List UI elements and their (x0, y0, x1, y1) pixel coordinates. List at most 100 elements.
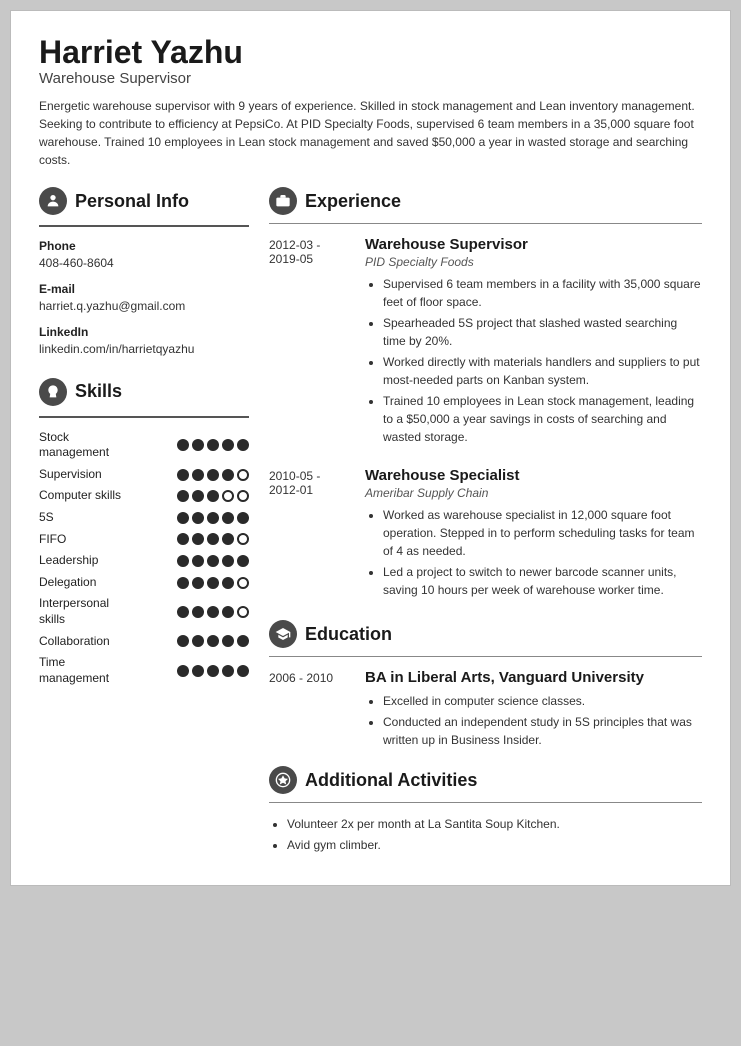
skills-list: Stock management Supervision Computer skil… (39, 430, 249, 687)
activities-list: Volunteer 2x per month at La Santita Sou… (269, 815, 702, 854)
dot-filled (192, 606, 204, 618)
personal-info-section: Personal Info Phone 408-460-8604 E-mail … (39, 187, 249, 357)
dot-filled (207, 606, 219, 618)
skill-name: Time management (39, 655, 129, 686)
skill-dots (177, 490, 249, 502)
edu-bullets: Excelled in computer science classes.Con… (365, 692, 702, 749)
dot-filled (237, 635, 249, 647)
person-icon (39, 187, 67, 215)
edu-dates: 2006 - 2010 (269, 669, 349, 752)
skill-row: Delegation (39, 575, 249, 591)
dot-filled (207, 490, 219, 502)
candidate-summary: Energetic warehouse supervisor with 9 ye… (39, 97, 702, 169)
dot-filled (177, 490, 189, 502)
dot-filled (237, 439, 249, 451)
skill-name: 5S (39, 510, 129, 526)
dot-filled (207, 665, 219, 677)
two-col-layout: Personal Info Phone 408-460-8604 E-mail … (39, 187, 702, 857)
dot-filled (222, 606, 234, 618)
dot-filled (177, 606, 189, 618)
dot-filled (192, 469, 204, 481)
exp-content: Warehouse SupervisorPID Specialty FoodsS… (365, 236, 702, 449)
dot-filled (177, 512, 189, 524)
skill-dots (177, 635, 249, 647)
education-entry: 2006 - 2010BA in Liberal Arts, Vanguard … (269, 669, 702, 752)
star-icon (269, 766, 297, 794)
resume-container: Harriet Yazhu Warehouse Supervisor Energ… (10, 10, 731, 886)
phone-label: Phone (39, 239, 249, 253)
skill-name: Computer skills (39, 488, 129, 504)
dot-filled (207, 469, 219, 481)
exp-dates: 2010-05 - 2012-01 (269, 467, 349, 602)
education-section: Education 2006 - 2010BA in Liberal Arts,… (269, 620, 702, 752)
exp-job-title: Warehouse Specialist (365, 467, 702, 484)
dot-filled (177, 555, 189, 567)
skill-dots (177, 512, 249, 524)
right-column: Experience 2012-03 - 2019-05Warehouse Su… (269, 187, 702, 857)
skill-dots (177, 577, 249, 589)
activities-header: Additional Activities (269, 766, 702, 794)
dot-filled (222, 577, 234, 589)
skill-dots (177, 439, 249, 451)
exp-bullet: Spearheaded 5S project that slashed wast… (383, 314, 702, 350)
exp-company: Ameribar Supply Chain (365, 486, 702, 500)
edu-content: BA in Liberal Arts, Vanguard UniversityE… (365, 669, 702, 752)
skills-icon (39, 378, 67, 406)
dot-empty (237, 577, 249, 589)
activities-title: Additional Activities (305, 770, 477, 791)
exp-content: Warehouse Specialist Ameribar Supply Chai… (365, 467, 702, 602)
exp-bullets: Supervised 6 team members in a facility … (365, 275, 702, 446)
dot-filled (207, 512, 219, 524)
dot-filled (192, 533, 204, 545)
email-value: harriet.q.yazhu@gmail.com (39, 298, 249, 315)
dot-filled (177, 665, 189, 677)
activity-bullet: Volunteer 2x per month at La Santita Sou… (287, 815, 702, 833)
dot-empty (237, 533, 249, 545)
skill-row: Interpersonal skills (39, 596, 249, 627)
skill-row: Supervision (39, 467, 249, 483)
email-label: E-mail (39, 282, 249, 296)
dot-filled (237, 555, 249, 567)
graduation-icon (269, 620, 297, 648)
skill-row: 5S (39, 510, 249, 526)
experience-section: Experience 2012-03 - 2019-05Warehouse Su… (269, 187, 702, 602)
dot-filled (207, 555, 219, 567)
skill-row: Leadership (39, 553, 249, 569)
dot-filled (222, 635, 234, 647)
linkedin-value: linkedin.com/in/harrietqyazhu (39, 341, 249, 358)
education-title: Education (305, 624, 392, 645)
dot-filled (222, 665, 234, 677)
exp-dates: 2012-03 - 2019-05 (269, 236, 349, 449)
experience-entries: 2012-03 - 2019-05Warehouse SupervisorPID… (269, 236, 702, 602)
left-column: Personal Info Phone 408-460-8604 E-mail … (39, 187, 249, 857)
skills-section: Skills Stock management Supervision Comput… (39, 378, 249, 687)
skill-dots (177, 555, 249, 567)
skill-dots (177, 665, 249, 677)
candidate-name: Harriet Yazhu (39, 35, 702, 70)
phone-value: 408-460-8604 (39, 255, 249, 272)
exp-bullet: Supervised 6 team members in a facility … (383, 275, 702, 311)
dot-empty (222, 490, 234, 502)
dot-filled (207, 533, 219, 545)
briefcase-icon (269, 187, 297, 215)
dot-filled (192, 555, 204, 567)
skills-header: Skills (39, 378, 249, 406)
experience-entry: 2012-03 - 2019-05Warehouse SupervisorPID… (269, 236, 702, 449)
activities-section: Additional Activities Volunteer 2x per m… (269, 766, 702, 854)
dot-empty (237, 469, 249, 481)
skill-name: Interpersonal skills (39, 596, 129, 627)
dot-filled (222, 439, 234, 451)
dot-filled (237, 665, 249, 677)
skill-name: Delegation (39, 575, 129, 591)
skill-row: Collaboration (39, 634, 249, 650)
skill-dots (177, 606, 249, 618)
skills-title: Skills (75, 381, 122, 402)
skill-name: Stock management (39, 430, 129, 461)
dot-filled (192, 635, 204, 647)
dot-filled (177, 635, 189, 647)
personal-info-title: Personal Info (75, 191, 189, 212)
skill-name: Leadership (39, 553, 129, 569)
dot-filled (222, 533, 234, 545)
experience-header: Experience (269, 187, 702, 215)
dot-filled (177, 577, 189, 589)
